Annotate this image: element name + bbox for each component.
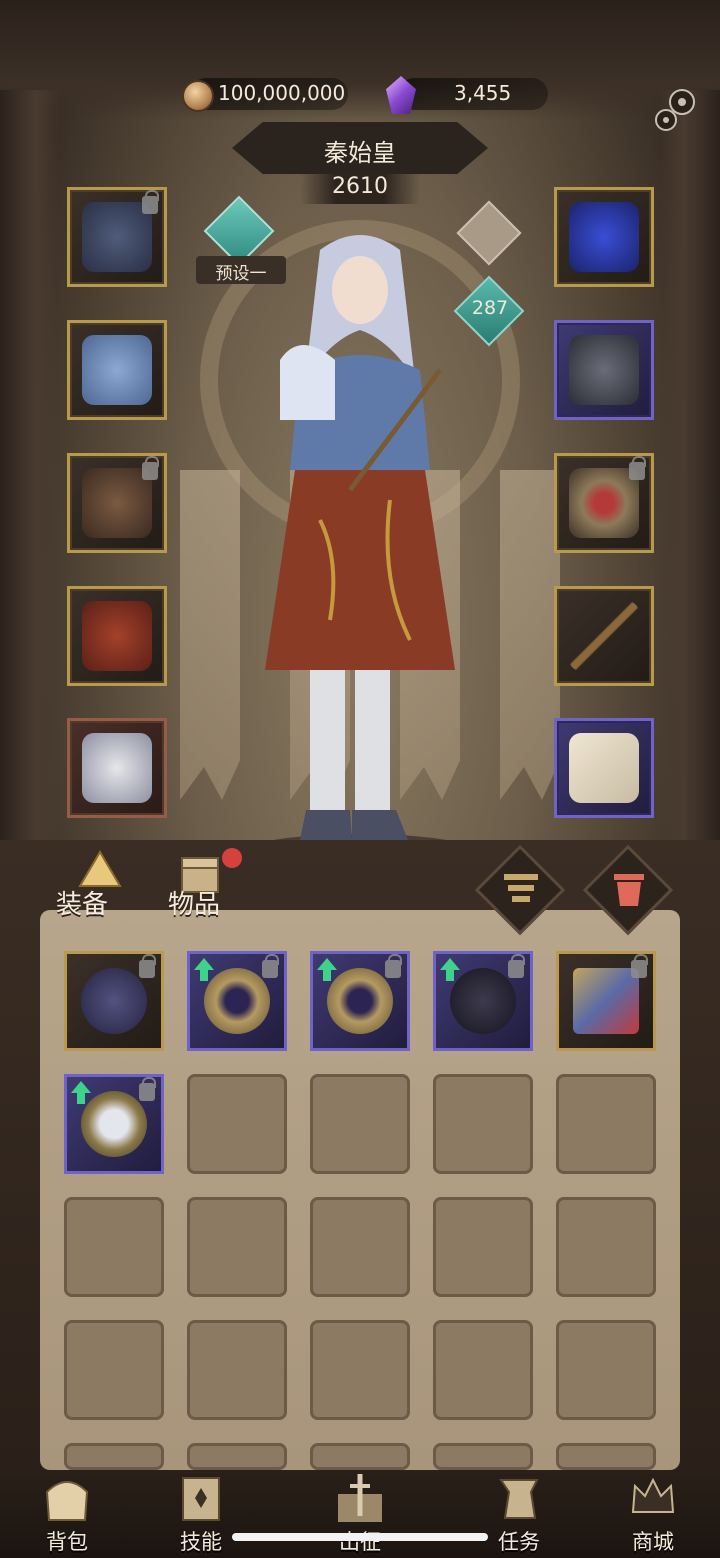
empty-slot[interactable] [187, 1443, 287, 1470]
right-frame [660, 90, 720, 850]
empty-slot[interactable] [64, 1197, 164, 1297]
nav-shop-label: 商城 [632, 1530, 674, 1554]
skills-book-icon [182, 1477, 220, 1521]
equip-slot-boots[interactable] [67, 718, 167, 818]
scroll-icon [569, 733, 639, 803]
empty-slot[interactable] [433, 1320, 533, 1420]
upgrade-arrow-icon [440, 958, 460, 981]
empty-slot[interactable] [310, 1074, 410, 1174]
notification-dot [222, 848, 242, 868]
amulet-icon [81, 1091, 147, 1157]
ring-icon [569, 335, 639, 405]
upgrade-arrow-icon [194, 958, 214, 981]
empty-slot[interactable] [433, 1074, 533, 1174]
equip-slot-skirt[interactable] [67, 586, 167, 686]
empty-slot[interactable] [187, 1320, 287, 1420]
empty-slot[interactable] [556, 1074, 656, 1174]
equip-slot-staff[interactable] [554, 586, 654, 686]
empty-slot[interactable] [556, 1320, 656, 1420]
empty-slot[interactable] [433, 1197, 533, 1297]
quests-scroll-icon [499, 1479, 539, 1519]
top-frame [0, 0, 720, 120]
lock-icon [631, 954, 648, 978]
sort-icon [504, 874, 538, 902]
gem-amount: 3,455 [454, 81, 512, 105]
empty-slot[interactable] [64, 1320, 164, 1420]
spellbook-icon [573, 968, 639, 1034]
nav-quests-label: 任务 [498, 1530, 540, 1554]
nav-expedition-label: 出征 [339, 1530, 381, 1554]
settings-gear-icon[interactable] [650, 84, 702, 136]
equip-slot-serpent-ring[interactable] [554, 453, 654, 553]
home-indicator[interactable] [232, 1533, 488, 1541]
tab-equipment[interactable]: 装备 [56, 884, 108, 921]
character-name: 秦始皇 [324, 139, 396, 167]
upgrade-arrow-icon [71, 1081, 91, 1104]
lock-icon [139, 954, 156, 978]
equip-slot-necklace[interactable] [554, 187, 654, 287]
inventory-item-spellbook[interactable] [556, 951, 656, 1051]
inventory-item-claw-gauntlet[interactable] [64, 951, 164, 1051]
inventory-item-amulet-shield[interactable] [64, 1074, 164, 1174]
inventory-item-ring-1[interactable] [187, 951, 287, 1051]
gauntlet-icon [81, 968, 147, 1034]
ring-icon [204, 968, 270, 1034]
empty-slot[interactable] [187, 1074, 287, 1174]
equip-slot-gloves[interactable] [67, 453, 167, 553]
boots-icon [82, 733, 152, 803]
gem-currency: 3,455 [398, 78, 548, 110]
nav-bag[interactable]: 背包 [12, 1470, 122, 1558]
armor-icon [82, 335, 152, 405]
empty-slot[interactable] [310, 1320, 410, 1420]
trash-icon [614, 874, 644, 906]
equip-slot-helmet[interactable] [67, 187, 167, 287]
inventory-item-spider-armor[interactable] [433, 951, 533, 1051]
lock-icon [142, 456, 159, 480]
nav-quests[interactable]: 任务 [464, 1470, 574, 1558]
empty-slot[interactable] [556, 1197, 656, 1297]
character-portrait [250, 235, 470, 866]
nav-shop[interactable]: 商城 [598, 1470, 708, 1558]
equip-slot-armor[interactable] [67, 320, 167, 420]
lock-icon [139, 1077, 156, 1101]
bag-icon [45, 1481, 89, 1521]
empty-slot[interactable] [187, 1197, 287, 1297]
lock-icon [262, 954, 279, 978]
lock-icon [385, 954, 402, 978]
empty-slot[interactable] [64, 1443, 164, 1470]
nav-skills[interactable]: 技能 [146, 1470, 256, 1558]
lock-icon [142, 190, 159, 214]
inventory-item-ring-2[interactable] [310, 951, 410, 1051]
lock-icon [508, 954, 525, 978]
empty-slot[interactable] [310, 1443, 410, 1470]
nav-bag-label: 背包 [46, 1530, 88, 1554]
ring-icon [327, 968, 393, 1034]
game-screen: 100,000,000 3,455 秦始皇 2610 预设一 287 装备 物品… [0, 0, 720, 1558]
spider-armor-icon [450, 968, 516, 1034]
empty-slot[interactable] [310, 1197, 410, 1297]
lock-icon [629, 456, 646, 480]
nav-expedition[interactable]: 出征 [305, 1470, 415, 1558]
coin-icon [182, 80, 214, 112]
staff-icon [569, 601, 639, 671]
background-banner [500, 470, 560, 800]
equip-slot-scroll[interactable] [554, 718, 654, 818]
skirt-icon [82, 601, 152, 671]
upgrade-arrow-icon [317, 958, 337, 981]
necklace-icon [569, 202, 639, 272]
gold-amount: 100,000,000 [218, 81, 346, 105]
background-banner [180, 470, 240, 800]
expedition-sword-icon [338, 1474, 382, 1522]
equip-slot-ring[interactable] [554, 320, 654, 420]
tab-items[interactable]: 物品 [168, 884, 220, 921]
nav-skills-label: 技能 [180, 1530, 222, 1554]
empty-slot[interactable] [556, 1443, 656, 1470]
left-frame [0, 90, 60, 850]
empty-slot[interactable] [433, 1443, 533, 1470]
power-rating: 2610 [300, 172, 420, 204]
shop-crown-icon [631, 1477, 675, 1513]
